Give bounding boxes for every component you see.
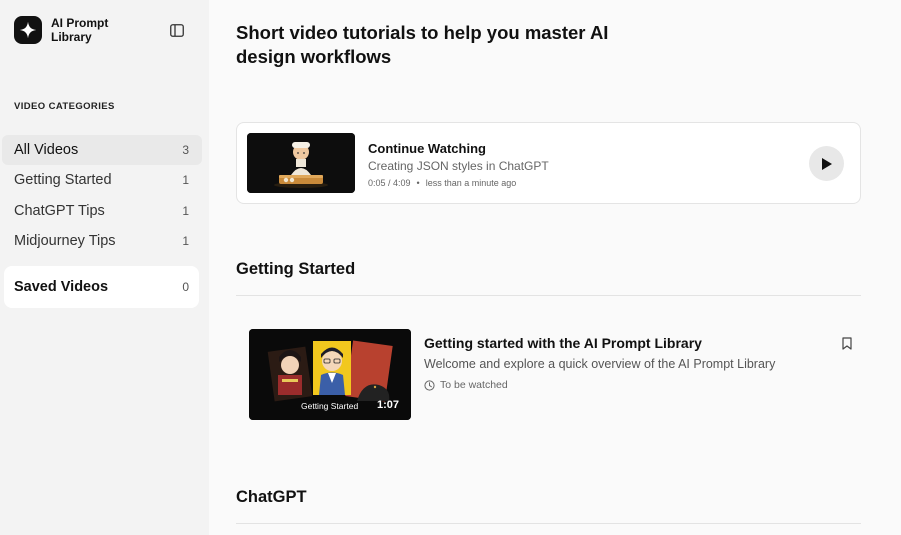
category-list: All Videos 3 Getting Started 1 ChatGPT T… <box>2 135 202 256</box>
continue-watching-thumbnail <box>247 133 355 193</box>
section-divider <box>236 523 861 524</box>
category-label: ChatGPT Tips <box>14 202 105 219</box>
categories-heading: VIDEO CATEGORIES <box>14 101 115 112</box>
sidebar: AI Prompt Library VIDEO CATEGORIES All V… <box>0 0 209 535</box>
category-count: 1 <box>182 203 189 218</box>
watch-progress: 0:05 / 4:09 <box>368 178 411 188</box>
continue-watching-heading: Continue Watching <box>368 141 486 156</box>
play-icon <box>822 157 832 170</box>
category-item-midjourney-tips[interactable]: Midjourney Tips 1 <box>2 226 202 256</box>
section-title-getting-started: Getting Started <box>236 260 356 278</box>
bookmark-button[interactable] <box>840 335 854 351</box>
category-item-all-videos[interactable]: All Videos 3 <box>2 135 202 165</box>
sidebar-toggle-icon[interactable] <box>168 21 186 39</box>
video-status-label: To be watched <box>440 379 508 391</box>
brand[interactable]: AI Prompt Library <box>14 16 121 44</box>
video-status: To be watched <box>424 379 508 391</box>
video-description: Welcome and explore a quick overview of … <box>424 357 776 371</box>
saved-videos-count: 0 <box>182 280 189 294</box>
clock-icon <box>424 379 435 391</box>
category-count: 1 <box>182 173 189 188</box>
saved-videos-item[interactable]: Saved Videos 0 <box>4 266 199 308</box>
continue-watching-meta: 0:05 / 4:09 • less than a minute ago <box>368 178 516 188</box>
video-card[interactable]: Getting Started 1:07 Getting started wit… <box>249 328 852 420</box>
continue-watching-video-title: Creating JSON styles in ChatGPT <box>368 159 549 173</box>
category-label: Getting Started <box>14 172 112 189</box>
meta-separator: • <box>416 178 420 188</box>
section-divider <box>236 295 861 296</box>
category-item-getting-started[interactable]: Getting Started 1 <box>2 165 202 195</box>
video-duration: 1:07 <box>376 399 399 411</box>
video-title: Getting started with the AI Prompt Libra… <box>424 335 702 351</box>
last-watched: less than a minute ago <box>425 178 517 188</box>
category-label: All Videos <box>14 142 79 158</box>
category-label: Midjourney Tips <box>14 232 116 249</box>
category-count: 3 <box>182 143 189 157</box>
continue-watching-card[interactable]: Continue Watching Creating JSON styles i… <box>236 122 861 204</box>
section-title-chatgpt: ChatGPT <box>236 488 307 506</box>
bookmark-icon <box>842 336 852 350</box>
video-thumbnail: Getting Started 1:07 <box>249 329 411 420</box>
saved-videos-label: Saved Videos <box>14 279 109 295</box>
category-count: 1 <box>182 233 189 248</box>
page-title: Short video tutorials to help you master… <box>236 22 609 67</box>
main-content: Short video tutorials to help you master… <box>209 0 901 535</box>
category-item-chatgpt-tips[interactable]: ChatGPT Tips 1 <box>2 196 202 226</box>
play-button[interactable] <box>809 146 844 181</box>
brand-name: AI Prompt Library <box>51 16 109 44</box>
sparkle-icon <box>14 16 42 44</box>
thumbnail-caption: Getting Started <box>301 401 359 411</box>
